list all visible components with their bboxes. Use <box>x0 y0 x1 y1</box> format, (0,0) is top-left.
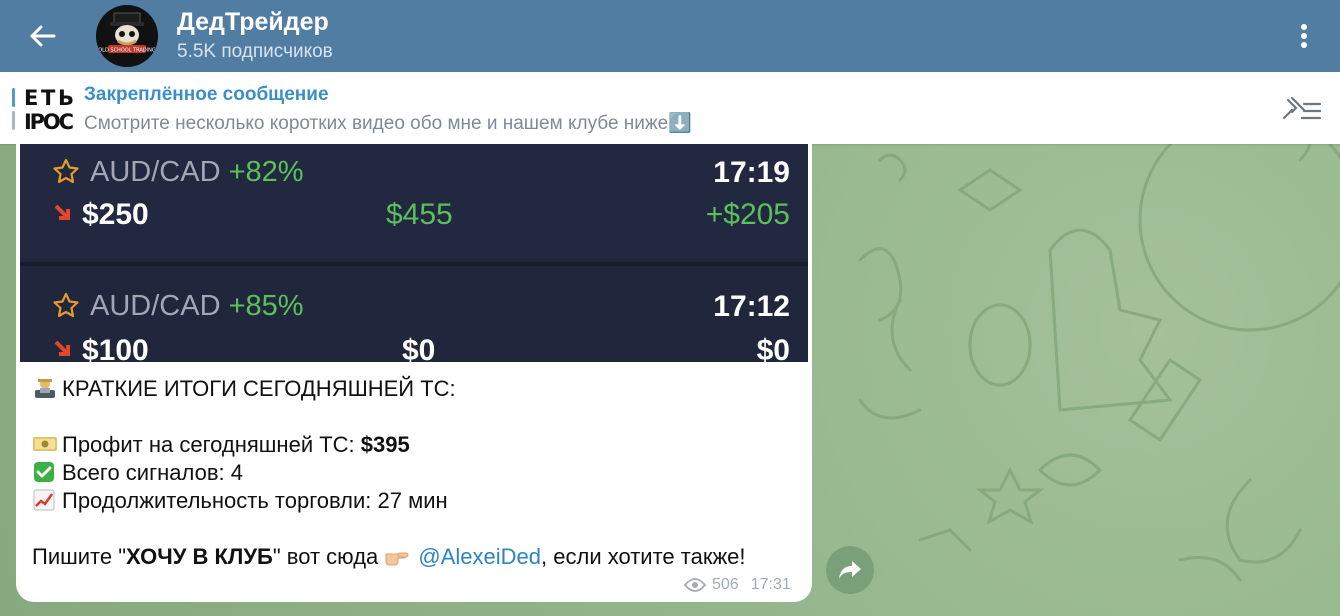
trade-stake: $250 <box>82 198 149 231</box>
trade-profit: +$205 <box>705 198 790 231</box>
profit-line: Профит на сегодняшней ТС: $395 <box>32 432 410 458</box>
svg-text:ЕТЬ: ЕТЬ <box>24 86 74 110</box>
trade-time: 17:19 <box>713 156 790 189</box>
eye-icon <box>684 578 706 592</box>
duration-line: Продолжительность торговли: 27 мин <box>32 488 448 514</box>
trade-time: 17:12 <box>713 290 790 323</box>
share-forward-icon <box>839 561 861 579</box>
trade-payout: $0 <box>402 334 436 362</box>
message-meta: 506 17:31 <box>684 576 791 594</box>
chart-increasing-emoji-icon <box>33 489 55 511</box>
arrow-down-right-icon <box>54 340 70 356</box>
share-button[interactable] <box>826 546 874 594</box>
trade-row: AUD/CAD +85% 17:12 $100 $0 $0 <box>20 262 808 362</box>
pinned-title: Закреплённое сообщение <box>84 84 329 105</box>
more-options-button[interactable] <box>1288 18 1320 54</box>
pointing-hand-emoji-icon <box>385 552 409 566</box>
trade-profit: $0 <box>756 334 790 362</box>
video-thumbnail-icon: ЕТЬ ІРОС <box>24 83 74 133</box>
trade-screenshot[interactable]: AUD/CAD +82% 17:19 $250 $455 +$205 AUD/C… <box>20 144 808 362</box>
back-button[interactable] <box>22 16 62 56</box>
trader-logo-icon: OLD SCHOOL TRADING <box>96 5 158 67</box>
pinned-indicator <box>12 88 15 130</box>
check-mark-emoji-icon <box>34 462 54 482</box>
svg-text:ІРОС: ІРОС <box>24 110 74 133</box>
trade-pair: AUD/CAD +82% <box>90 156 304 188</box>
channel-title[interactable]: ДедТрейдер <box>177 8 329 37</box>
arrow-left-icon <box>30 25 56 47</box>
channel-avatar[interactable]: OLD SCHOOL TRADING <box>96 5 158 67</box>
trade-stake: $100 <box>82 334 149 362</box>
trade-pair: AUD/CAD +85% <box>90 290 304 322</box>
svg-text:OLD SCHOOL TRADING: OLD SCHOOL TRADING <box>98 48 156 54</box>
unpin-button[interactable] <box>1280 94 1322 124</box>
trade-row: AUD/CAD +82% 17:19 $250 $455 +$205 <box>20 144 808 258</box>
pinned-text: Смотрите несколько коротких видео обо мн… <box>84 113 692 134</box>
chat-header: OLD SCHOOL TRADING ДедТрейдер 5.5K подпи… <box>0 0 1340 72</box>
subscriber-count: 5.5K подписчиков <box>177 41 333 62</box>
arrow-down-right-icon <box>54 204 70 220</box>
signals-line: Всего сигналов: 4 <box>32 460 243 486</box>
money-emoji-icon <box>33 437 57 451</box>
username-link[interactable]: @AlexeiDed <box>418 544 541 569</box>
star-icon <box>53 292 79 318</box>
pinned-thumbnail: ЕТЬ ІРОС <box>24 83 74 133</box>
view-count: 506 <box>712 576 739 593</box>
trade-payout: $455 <box>386 198 453 231</box>
technologist-emoji-icon <box>35 379 55 398</box>
unpin-list-icon <box>1282 96 1322 120</box>
message-headline: КРАТКИЕ ИТОГИ СЕГОДНЯШНЕЙ ТС: <box>32 376 456 402</box>
message-time: 17:31 <box>750 576 791 593</box>
more-vertical-icon <box>1301 23 1307 30</box>
star-icon <box>53 158 79 184</box>
call-to-action-line: Пишите "ХОЧУ В КЛУБ" вот сюда @AlexeiDed… <box>32 544 746 569</box>
